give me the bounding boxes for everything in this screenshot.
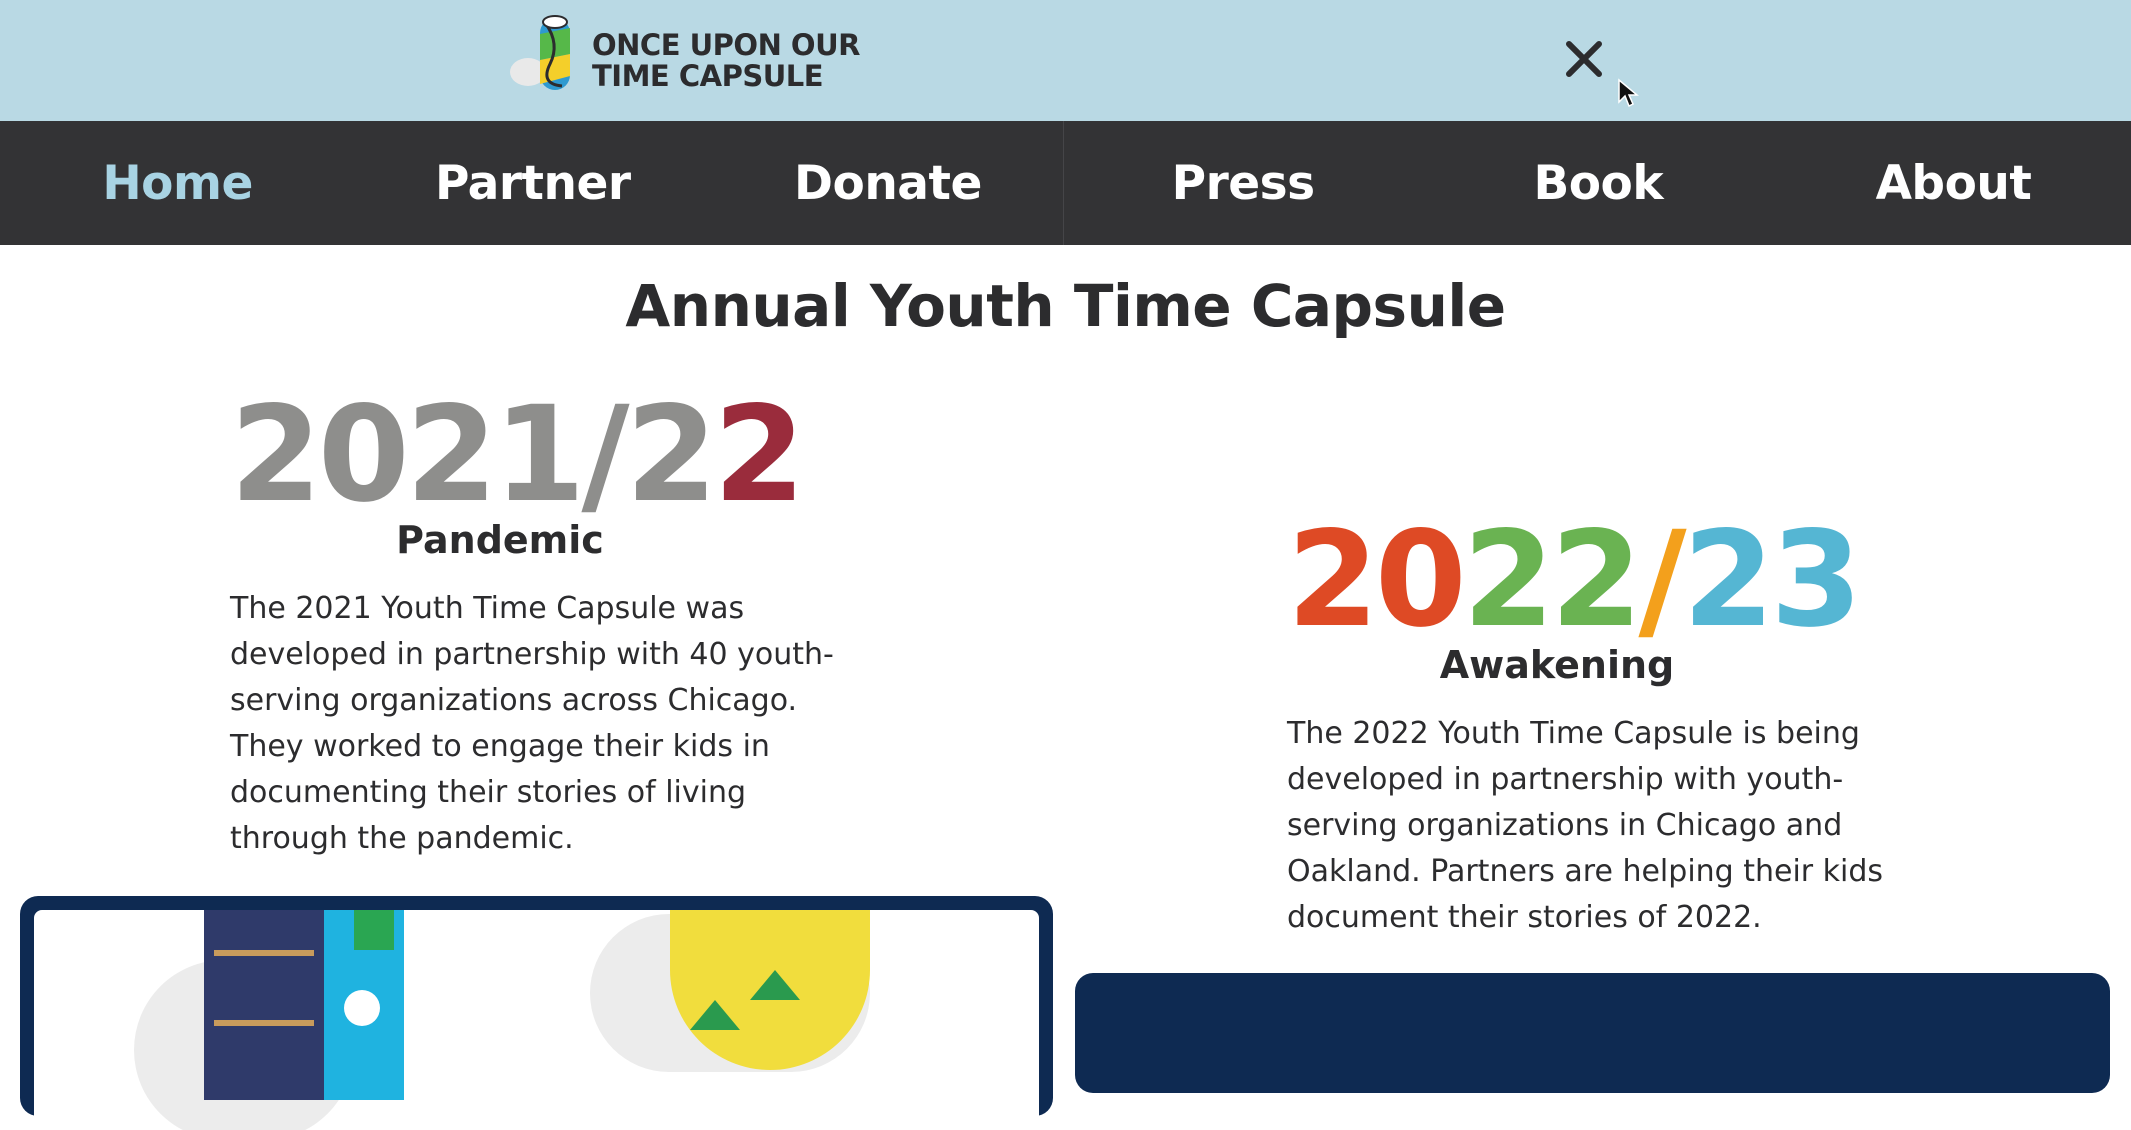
artwork-leaf — [690, 1000, 740, 1030]
nav-about[interactable]: About — [1776, 121, 2131, 245]
nav-donate[interactable]: Donate — [710, 121, 1065, 245]
nav-divider — [1063, 121, 1064, 245]
group-photo — [204, 910, 404, 1100]
year-part: 20 — [1287, 503, 1467, 657]
photo-detail — [214, 950, 314, 956]
time-capsule-logo-icon — [510, 15, 570, 90]
capsule-description: The 2022 Youth Time Capsule is being dev… — [1287, 716, 1884, 935]
year-part: / — [1638, 503, 1686, 657]
logo-text: ONCE UPON OUR TIME CAPSULE — [592, 28, 860, 93]
capsule-2021-card[interactable] — [20, 896, 1053, 1130]
capsule-year: 2022/23 — [1287, 514, 1862, 646]
year-text: 2021/2 — [230, 378, 717, 532]
capsule-2021: 2021/22 Pandemic The 2021 Youth Time Cap… — [230, 389, 840, 892]
capsule-2022: 2022/23 Awakening The 2022 Youth Time Ca… — [1287, 514, 1907, 971]
year-part: 23 — [1682, 503, 1863, 657]
card-content — [34, 910, 1039, 1130]
mouse-cursor-icon — [1618, 78, 1639, 108]
group-photo-people — [204, 910, 324, 1100]
capsule-year: 2021/22 — [230, 389, 805, 521]
top-banner: ONCE UPON OUR TIME CAPSULE — [0, 0, 2131, 121]
zoom-logo-icon — [344, 990, 380, 1026]
capsule-description: The 2021 Youth Time Capsule was develope… — [230, 591, 834, 856]
main-nav: Home Partner Donate Press Book About — [0, 121, 2131, 245]
capsule-2022-card[interactable] — [1075, 973, 2110, 1093]
nav-partner[interactable]: Partner — [355, 121, 710, 245]
nav-press[interactable]: Press — [1066, 121, 1421, 245]
nav-home[interactable]: Home — [0, 121, 355, 245]
year-text-accent: 2 — [713, 378, 805, 532]
site-logo[interactable]: ONCE UPON OUR TIME CAPSULE — [510, 14, 860, 94]
nav-book[interactable]: Book — [1421, 121, 1776, 245]
close-icon[interactable] — [1563, 38, 1605, 80]
photo-detail — [354, 910, 394, 950]
photo-detail — [214, 1020, 314, 1026]
page-title: Annual Youth Time Capsule — [625, 272, 1506, 340]
artwork-leaf — [750, 970, 800, 1000]
year-part: 22 — [1462, 503, 1643, 657]
